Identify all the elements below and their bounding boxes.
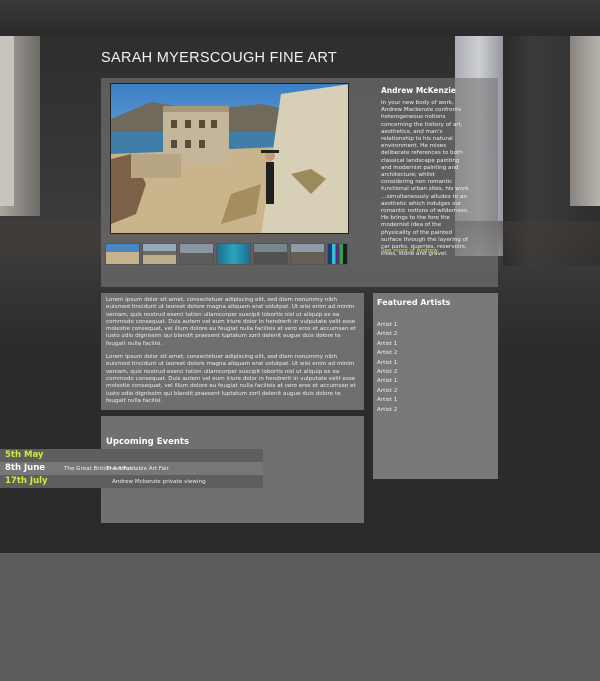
artist-link[interactable]: Artist 1 (377, 377, 494, 386)
event-date: 8th June (5, 463, 46, 473)
thumbnail-strip (105, 243, 348, 265)
thumbnail-3[interactable] (179, 243, 214, 265)
event-date: 17th July (5, 476, 48, 486)
artist-link[interactable]: Artist 1 (377, 321, 494, 330)
featured-artist-name: Andrew McKenzie (381, 86, 456, 95)
thumbnail-4[interactable] (216, 243, 251, 265)
event-description: The Affordable Art Fair (106, 465, 169, 472)
gallery-wall-right-edge (570, 36, 600, 206)
see-more-link[interactable]: See more of Andrew (381, 248, 438, 254)
featured-artists-heading: Featured Artists (377, 298, 451, 307)
featured-artists-panel: Featured Artists Artist 1 Artist 2 Artis… (373, 293, 498, 479)
thumbnail-6[interactable] (290, 243, 325, 265)
thumbnail-2[interactable] (142, 243, 177, 265)
artist-link[interactable]: Artist 2 (377, 387, 494, 396)
artist-list: Artist 1 Artist 2 Artist 1 Artist 2 Arti… (377, 321, 494, 415)
thumbnail-1[interactable] (105, 243, 140, 265)
event-row[interactable]: 8th June The Great British Art Fair The … (0, 462, 263, 475)
thumbnail-7[interactable] (327, 243, 348, 265)
artist-link[interactable]: Artist 1 (377, 340, 494, 349)
featured-artist-description: In your new body of work, Andrew Mackenz… (381, 100, 469, 258)
site-title[interactable]: SARAH MYERSCOUGH FINE ART (101, 50, 337, 66)
artist-link[interactable]: Artist 1 (377, 396, 494, 405)
gallery-wall-left-edge (0, 36, 14, 206)
event-date: 5th May (5, 450, 44, 460)
upcoming-events-heading: Upcoming Events (106, 437, 190, 447)
artist-link[interactable]: Artist 2 (377, 406, 494, 415)
artist-link[interactable]: Artist 1 (377, 359, 494, 368)
intro-paragraph-2: Lorem ipsum dolor sit amet, consectetuer… (106, 354, 356, 404)
top-bar (0, 0, 600, 36)
thumbnail-5[interactable] (253, 243, 288, 265)
event-description: Andrew Mckenzie private viewing (112, 478, 206, 485)
page-footer-area (0, 553, 600, 681)
artist-link[interactable]: Artist 2 (377, 349, 494, 358)
featured-artwork-photo[interactable] (110, 83, 349, 234)
event-row[interactable]: 17th July Andrew Mckenzie private viewin… (0, 475, 263, 488)
intro-paragraph-1: Lorem ipsum dolor sit amet, consectetuer… (106, 297, 356, 347)
artist-link[interactable]: Artist 2 (377, 330, 494, 339)
artist-link[interactable]: Artist 2 (377, 368, 494, 377)
event-row[interactable]: 5th May (0, 449, 263, 462)
intro-text-panel: Lorem ipsum dolor sit amet, consectetuer… (101, 293, 364, 410)
